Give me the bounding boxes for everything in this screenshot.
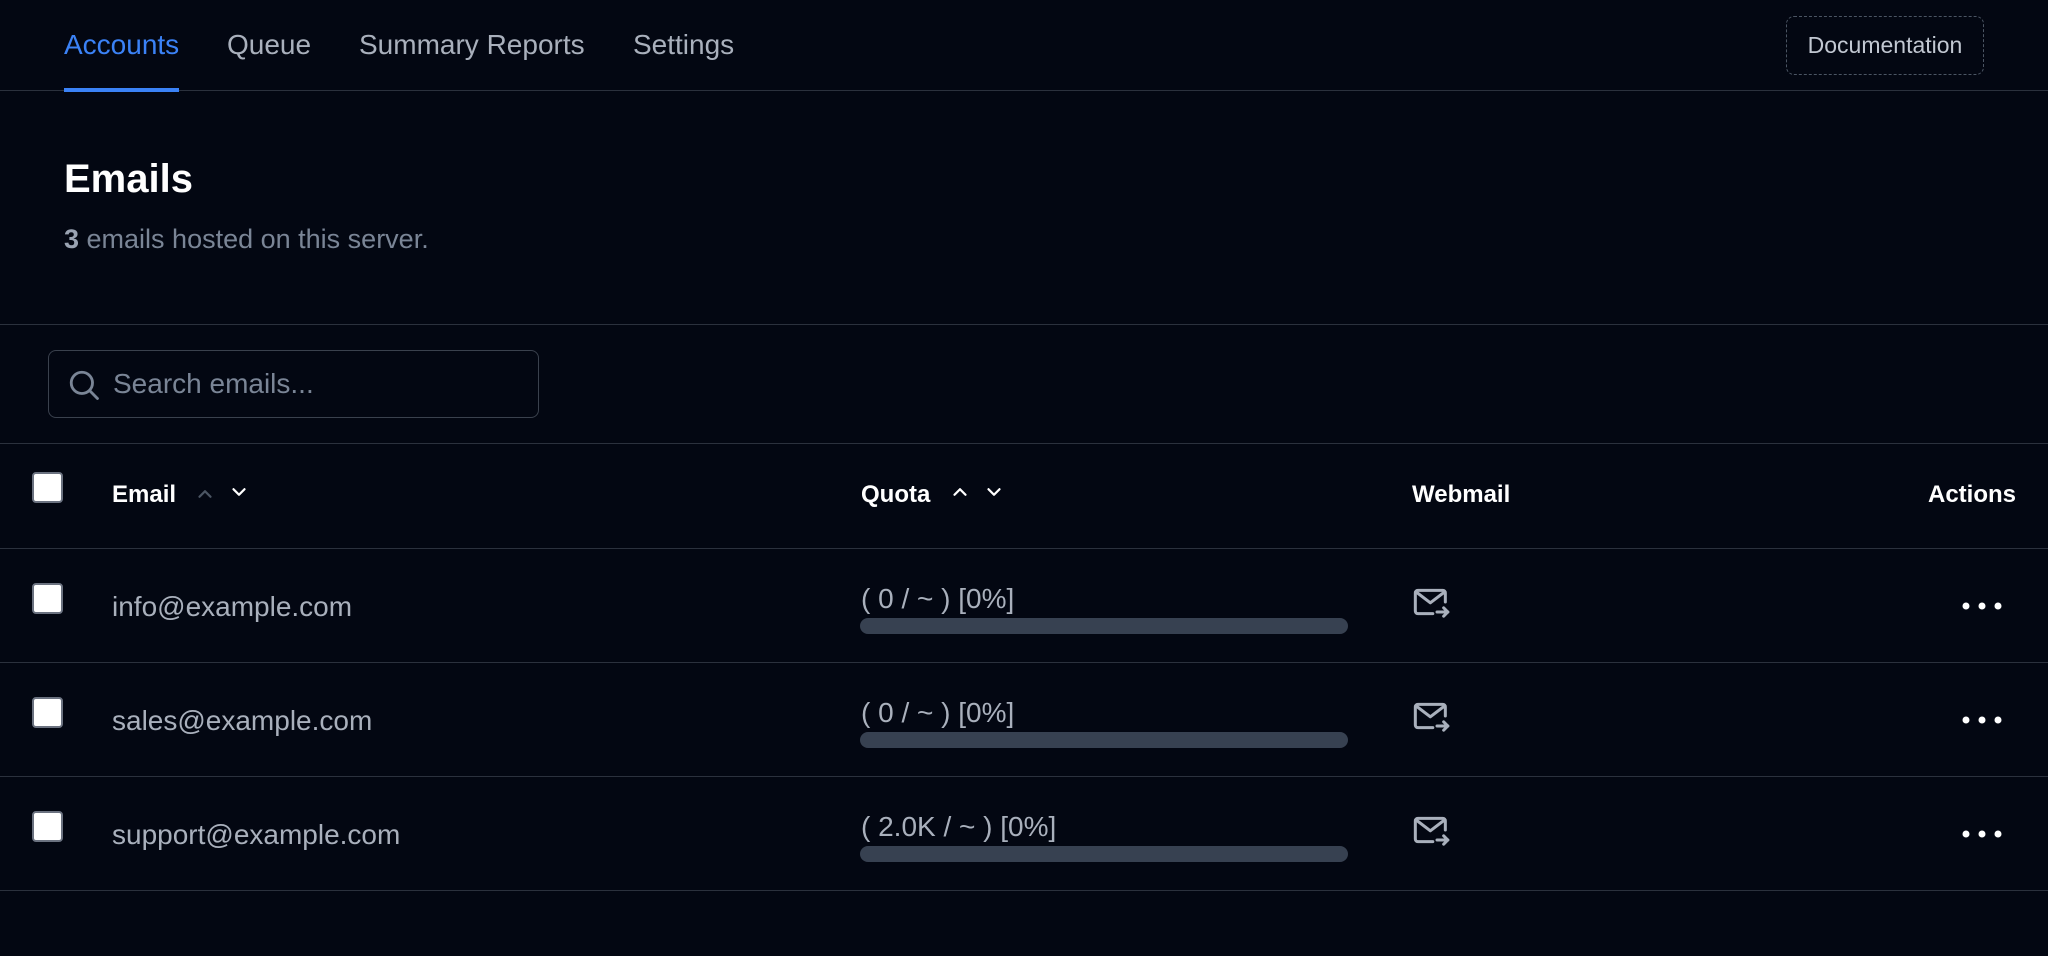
webmail-icon[interactable] — [1412, 696, 1452, 736]
divider — [0, 890, 2048, 891]
tab-accounts[interactable]: Accounts — [64, 0, 180, 92]
sort-ascending-icon[interactable] — [949, 481, 971, 503]
top-navigation: Accounts Queue Summary Reports Settings … — [0, 0, 2048, 92]
tab-queue[interactable]: Queue — [227, 0, 311, 91]
select-all-checkbox[interactable] — [32, 472, 63, 503]
page-subtitle: 3 emails hosted on this server. — [64, 224, 429, 255]
email-address: sales@example.com — [112, 705, 373, 736]
quota-text: ( 2.0K / ~ ) [0%] — [861, 811, 1057, 842]
page-title: Emails — [64, 157, 193, 201]
quota-progress-bar — [860, 846, 1348, 862]
email-count: 3 — [64, 224, 80, 254]
sort-ascending-icon[interactable] — [194, 483, 216, 505]
more-actions-icon[interactable] — [1960, 596, 2004, 616]
column-header-webmail: Webmail — [1412, 481, 1511, 508]
column-header-quota[interactable]: Quota — [861, 481, 930, 509]
divider — [0, 776, 2048, 777]
divider — [0, 662, 2048, 663]
webmail-icon[interactable] — [1412, 810, 1452, 850]
row-checkbox[interactable] — [32, 811, 63, 842]
row-checkbox[interactable] — [32, 583, 63, 614]
email-address: info@example.com — [112, 591, 353, 622]
row-checkbox[interactable] — [32, 697, 63, 728]
search-box — [48, 350, 539, 418]
quota-text: ( 0 / ~ ) [0%] — [861, 583, 1015, 614]
webmail-icon[interactable] — [1412, 582, 1452, 622]
quota-progress-bar — [860, 732, 1348, 748]
sort-descending-icon[interactable] — [228, 481, 250, 503]
divider — [0, 443, 2048, 444]
more-actions-icon[interactable] — [1960, 824, 2004, 844]
sort-descending-icon[interactable] — [983, 481, 1005, 503]
subtitle-text: emails hosted on this server. — [79, 224, 429, 254]
column-header-actions: Actions — [1928, 481, 2017, 508]
email-address: support@example.com — [112, 819, 401, 850]
quota-progress-bar — [860, 618, 1348, 634]
quota-text: ( 0 / ~ ) [0%] — [861, 697, 1015, 728]
column-header-email[interactable]: Email — [112, 481, 176, 509]
tab-settings[interactable]: Settings — [633, 0, 734, 91]
documentation-button[interactable]: Documentation — [1786, 16, 1984, 75]
search-input[interactable] — [113, 351, 523, 416]
search-icon — [69, 370, 99, 400]
tab-summary-reports[interactable]: Summary Reports — [359, 0, 585, 91]
divider — [0, 548, 2048, 549]
more-actions-icon[interactable] — [1960, 710, 2004, 730]
divider — [0, 324, 2048, 325]
